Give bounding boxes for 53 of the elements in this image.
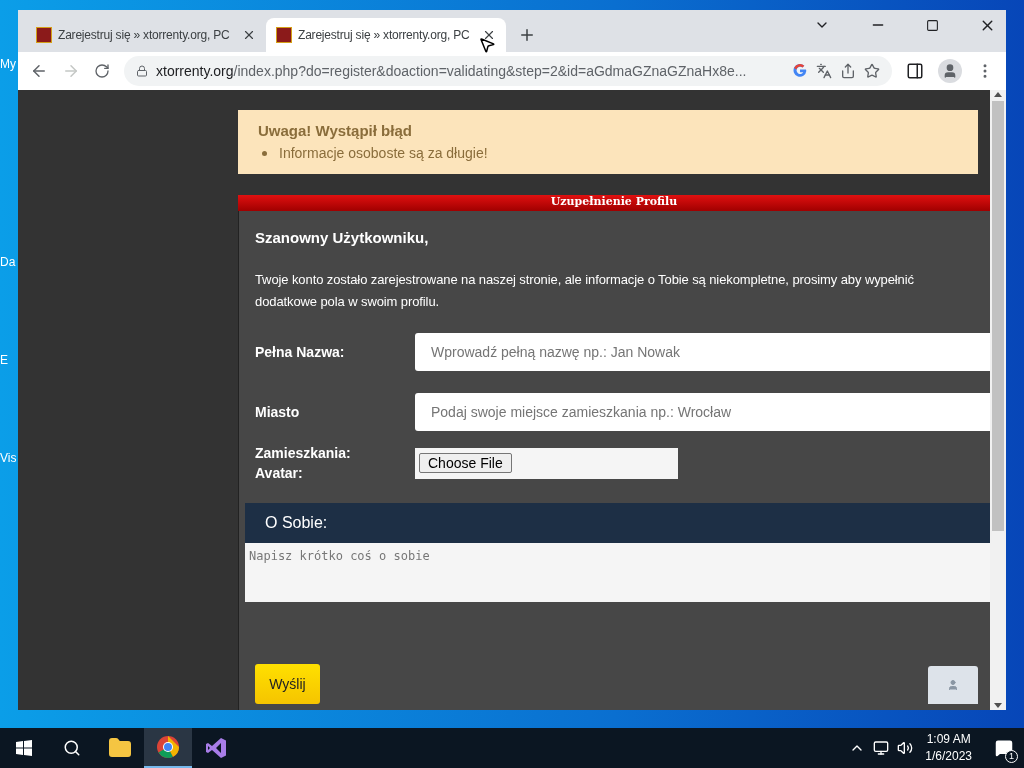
side-panel-icon[interactable] <box>906 62 924 80</box>
network-icon[interactable] <box>873 740 890 756</box>
desktop-icon-label: Vis <box>0 452 18 464</box>
notification-count: 1 <box>1005 750 1018 763</box>
scrollbar[interactable] <box>990 90 1006 710</box>
site-icon <box>36 27 52 43</box>
clock-time[interactable]: 1:09 AM <box>926 731 971 748</box>
maximize-icon[interactable] <box>926 18 939 32</box>
error-message: Informacje osoboste są za długie! <box>279 143 488 163</box>
translate-icon[interactable] <box>816 63 832 79</box>
browser-tab[interactable]: Zarejestruj się » xtorrenty.org, PC <box>26 18 266 52</box>
bullet-icon <box>262 150 267 156</box>
back-icon[interactable] <box>30 62 48 80</box>
address-bar[interactable]: xtorrenty.org/index.php?do=register&doaction=validating&step=2&id=aGdmaGZnaGZnaHx8e... <box>124 56 892 86</box>
close-icon[interactable] <box>482 28 496 42</box>
lock-icon <box>136 65 148 77</box>
text-field[interactable]: Wprowadź pełną nazwę np.: Jan Nowak <box>415 333 990 371</box>
infinity-icon[interactable] <box>204 736 228 760</box>
file-field[interactable]: Choose File <box>415 447 678 479</box>
volume-icon[interactable] <box>897 740 914 756</box>
desktop-icon-label: Da <box>0 256 17 268</box>
text-field[interactable]: Podaj swoje miejsce zamieszkania np.: Wrocław <box>415 393 990 431</box>
panel-header: Uzupełnienie Profilu <box>238 194 990 211</box>
desktop-icon-label: E <box>0 354 9 366</box>
browser-tab[interactable]: Zarejestruj się » xtorrenty.org, PC <box>266 18 506 52</box>
folder-icon[interactable] <box>108 736 132 760</box>
close-icon[interactable] <box>242 28 256 42</box>
greeting: Szanowny Użytkowniku, <box>255 227 430 248</box>
taskbar-app[interactable] <box>144 728 192 768</box>
desktop-icon-label: My <box>0 58 17 70</box>
section-header: O Sobie: <box>245 503 990 543</box>
error-title: Uwaga! Wystąpił błąd <box>258 121 413 141</box>
site-icon <box>276 27 292 43</box>
chrome-icon[interactable] <box>156 735 180 759</box>
user-icon <box>947 679 959 691</box>
about-field[interactable]: Napisz krótko coś o sobie <box>245 543 990 602</box>
choose-file-button[interactable]: Choose File <box>419 453 512 473</box>
field-label: Zamieszkania: <box>255 444 352 463</box>
reload-icon[interactable] <box>94 63 110 79</box>
share-icon[interactable] <box>840 63 856 79</box>
bookmark-icon[interactable] <box>864 63 880 79</box>
submit-button[interactable]: Wyślij <box>255 664 320 704</box>
intro-text: Twoje konto zostało zarejestrowane na naszej stronie, ale informacje o Tobie są niekompletne, prosimy aby wypełnić dodatkowe pola w swoim profilu. <box>255 271 915 311</box>
field-label: Avatar: <box>255 464 304 483</box>
field-label: Miasto <box>255 402 301 422</box>
clock-date[interactable]: 1/6/2023 <box>925 748 972 765</box>
profile-icon[interactable] <box>938 59 962 83</box>
scroll-up-icon[interactable] <box>994 92 1002 97</box>
field-label: Pełna Nazwa: <box>255 342 346 362</box>
google-icon[interactable] <box>792 63 808 79</box>
new-tab-icon[interactable] <box>518 26 536 44</box>
search-icon[interactable] <box>63 739 81 757</box>
scroll-down-icon[interactable] <box>994 703 1002 708</box>
